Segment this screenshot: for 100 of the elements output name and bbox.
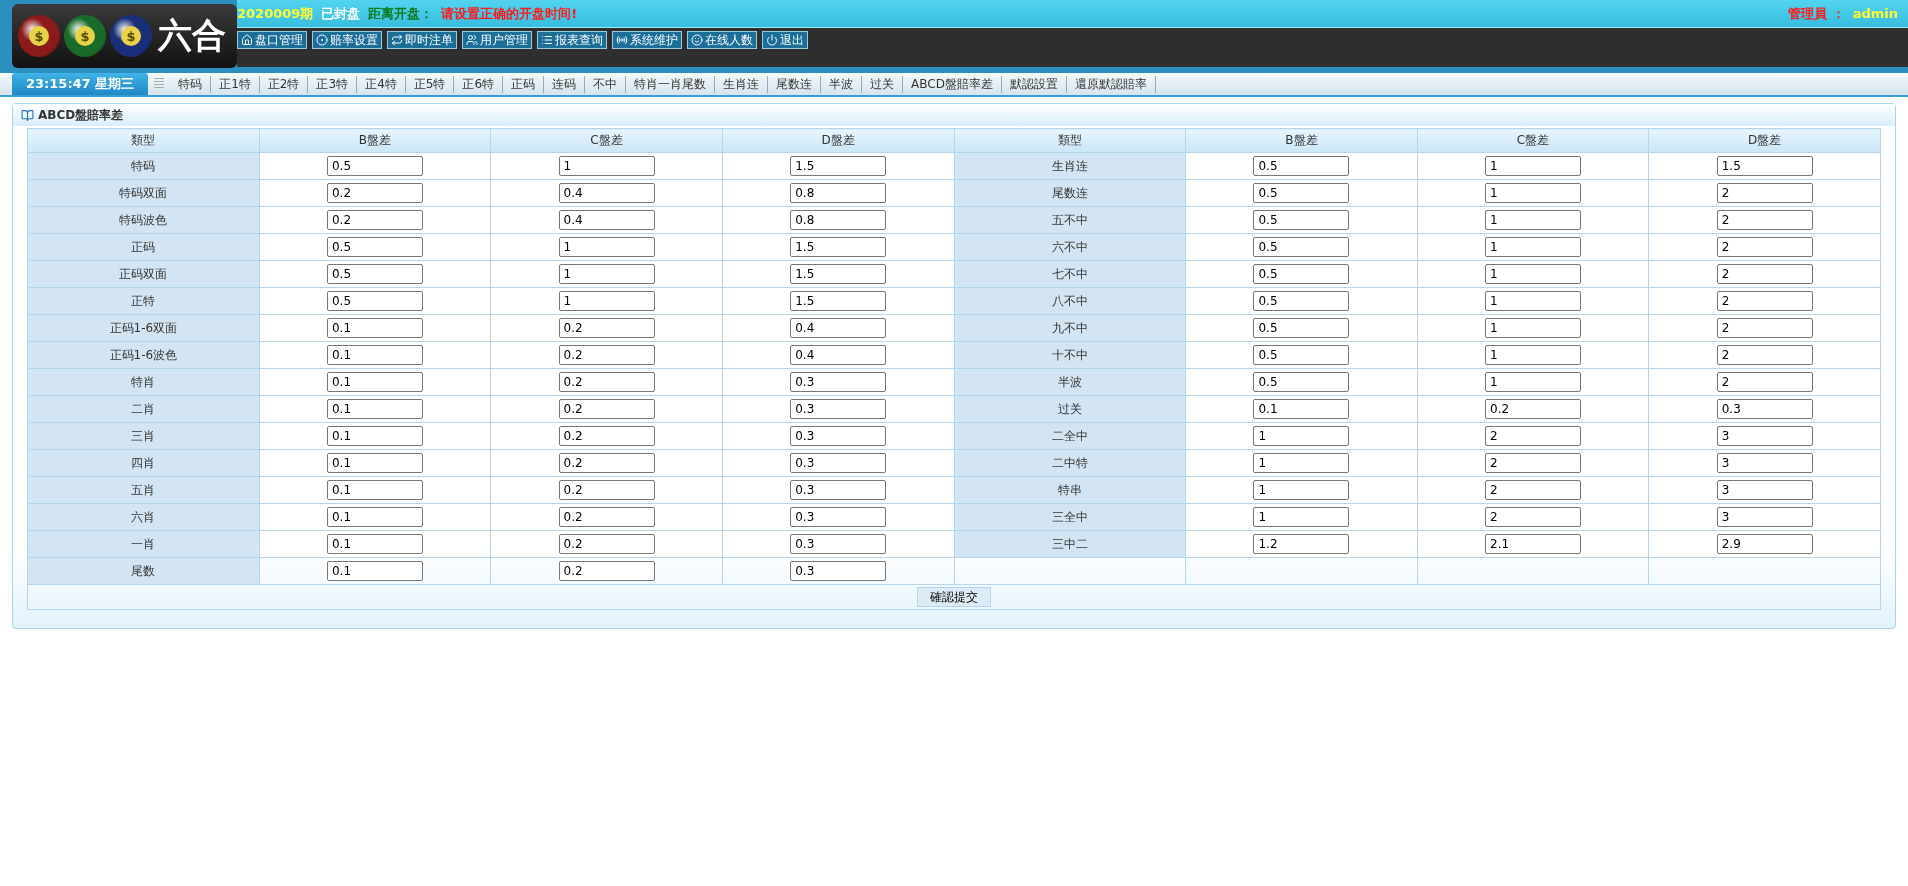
input-field[interactable]: 0.1 — [326, 507, 423, 527]
input-field[interactable]: 1.5 — [790, 291, 887, 311]
input-field[interactable]: 1 — [1485, 291, 1582, 311]
input-field[interactable]: 0.1 — [326, 534, 423, 554]
input-field[interactable]: 0.2 — [558, 534, 655, 554]
tab[interactable]: 還原默認賠率 — [1066, 75, 1156, 93]
input-field[interactable]: 0.1 — [1253, 399, 1350, 419]
input-field[interactable]: 1 — [1485, 183, 1582, 203]
input-field[interactable]: 0.5 — [1253, 291, 1350, 311]
input-field[interactable]: 3 — [1716, 507, 1813, 527]
input-field[interactable]: 2 — [1716, 237, 1813, 257]
input-field[interactable]: 0.2 — [558, 453, 655, 473]
input-field[interactable]: 2 — [1716, 264, 1813, 284]
input-field[interactable]: 2 — [1716, 210, 1813, 230]
input-field[interactable]: 0.8 — [790, 183, 887, 203]
input-field[interactable]: 1 — [558, 264, 655, 284]
tab[interactable]: 过关 — [862, 75, 904, 93]
tab[interactable]: ABCD盤賠率差 — [903, 75, 1002, 93]
input-field[interactable]: 0.1 — [326, 561, 423, 581]
input-field[interactable]: 0.5 — [1253, 237, 1350, 257]
input-field[interactable]: 1 — [1253, 507, 1350, 527]
input-field[interactable]: 2 — [1485, 453, 1582, 473]
input-field[interactable]: 0.2 — [558, 561, 655, 581]
tab[interactable]: 正码 — [503, 75, 545, 93]
nav-button[interactable]: 在线人数 — [687, 31, 757, 49]
input-field[interactable]: 1 — [558, 291, 655, 311]
input-field[interactable]: 0.2 — [558, 345, 655, 365]
input-field[interactable]: 0.2 — [558, 480, 655, 500]
tab[interactable]: 特肖一肖尾数 — [626, 75, 716, 93]
input-field[interactable]: 0.1 — [326, 453, 423, 473]
input-field[interactable]: 1 — [1485, 345, 1582, 365]
input-field[interactable]: 0.1 — [326, 399, 423, 419]
input-field[interactable]: 0.5 — [326, 291, 423, 311]
input-field[interactable]: 0.5 — [1253, 183, 1350, 203]
input-field[interactable]: 0.5 — [1253, 345, 1350, 365]
nav-button[interactable]: 盘口管理 — [237, 31, 307, 49]
input-field[interactable]: 3 — [1716, 453, 1813, 473]
input-field[interactable]: 0.3 — [790, 372, 887, 392]
input-field[interactable]: 1 — [1485, 237, 1582, 257]
input-field[interactable]: 1 — [558, 237, 655, 257]
input-field[interactable]: 0.5 — [326, 264, 423, 284]
input-field[interactable]: 1.2 — [1253, 534, 1350, 554]
input-field[interactable]: 0.3 — [790, 426, 887, 446]
input-field[interactable]: 2 — [1716, 183, 1813, 203]
input-field[interactable]: 1.5 — [1716, 156, 1813, 176]
input-field[interactable]: 1 — [1485, 156, 1582, 176]
input-field[interactable]: 0.5 — [1253, 210, 1350, 230]
nav-button[interactable]: 报表查询 — [537, 31, 607, 49]
input-field[interactable]: 2.1 — [1485, 534, 1582, 554]
input-field[interactable]: 1 — [1485, 264, 1582, 284]
input-field[interactable]: 2 — [1485, 426, 1582, 446]
input-field[interactable]: 0.2 — [558, 426, 655, 446]
input-field[interactable]: 1.5 — [790, 264, 887, 284]
input-field[interactable]: 0.4 — [558, 210, 655, 230]
tab[interactable]: 正5特 — [405, 75, 455, 93]
input-field[interactable]: 2 — [1716, 318, 1813, 338]
input-field[interactable]: 3 — [1716, 480, 1813, 500]
input-field[interactable]: 1 — [1253, 453, 1350, 473]
input-field[interactable]: 0.1 — [326, 372, 423, 392]
input-field[interactable]: 1.5 — [790, 237, 887, 257]
input-field[interactable]: 0.2 — [558, 318, 655, 338]
input-field[interactable]: 2 — [1716, 372, 1813, 392]
nav-button[interactable]: 赔率设置 — [312, 31, 382, 49]
input-field[interactable]: 0.8 — [790, 210, 887, 230]
tab[interactable]: 不中 — [585, 75, 627, 93]
input-field[interactable]: 0.3 — [790, 480, 887, 500]
tab[interactable]: 连码 — [544, 75, 586, 93]
input-field[interactable]: 0.5 — [1253, 264, 1350, 284]
tab[interactable]: 正1特 — [211, 75, 260, 93]
nav-button[interactable]: 即时注单 — [387, 31, 457, 49]
tab[interactable]: 生肖连 — [715, 75, 769, 93]
tab[interactable]: 正4特 — [357, 75, 406, 93]
input-field[interactable]: 0.2 — [558, 372, 655, 392]
input-field[interactable]: 0.3 — [790, 453, 887, 473]
tab[interactable]: 默認設置 — [1001, 75, 1067, 93]
input-field[interactable]: 0.5 — [326, 237, 423, 257]
input-field[interactable]: 0.1 — [326, 480, 423, 500]
input-field[interactable]: 1 — [1485, 210, 1582, 230]
input-field[interactable]: 2 — [1485, 480, 1582, 500]
tab[interactable]: 正2特 — [259, 75, 309, 93]
input-field[interactable]: 1 — [558, 156, 655, 176]
input-field[interactable]: 0.1 — [326, 318, 423, 338]
input-field[interactable]: 2 — [1716, 291, 1813, 311]
nav-button[interactable]: 用户管理 — [462, 31, 532, 49]
input-field[interactable]: 3 — [1716, 426, 1813, 446]
input-field[interactable]: 0.2 — [1485, 399, 1582, 419]
input-field[interactable]: 0.4 — [790, 345, 887, 365]
tab[interactable]: 半波 — [821, 75, 863, 93]
input-field[interactable]: 1 — [1253, 426, 1350, 446]
submit-button[interactable]: 確認提交 — [917, 587, 991, 607]
tab[interactable]: 正3特 — [308, 75, 358, 93]
input-field[interactable]: 1.5 — [790, 156, 887, 176]
input-field[interactable]: 0.5 — [1253, 318, 1350, 338]
input-field[interactable]: 0.2 — [558, 399, 655, 419]
input-field[interactable]: 0.5 — [326, 156, 423, 176]
input-field[interactable]: 0.4 — [790, 318, 887, 338]
input-field[interactable]: 0.2 — [326, 210, 423, 230]
tab[interactable]: 特码 — [170, 75, 212, 93]
input-field[interactable]: 0.3 — [790, 399, 887, 419]
input-field[interactable]: 0.3 — [1716, 399, 1813, 419]
